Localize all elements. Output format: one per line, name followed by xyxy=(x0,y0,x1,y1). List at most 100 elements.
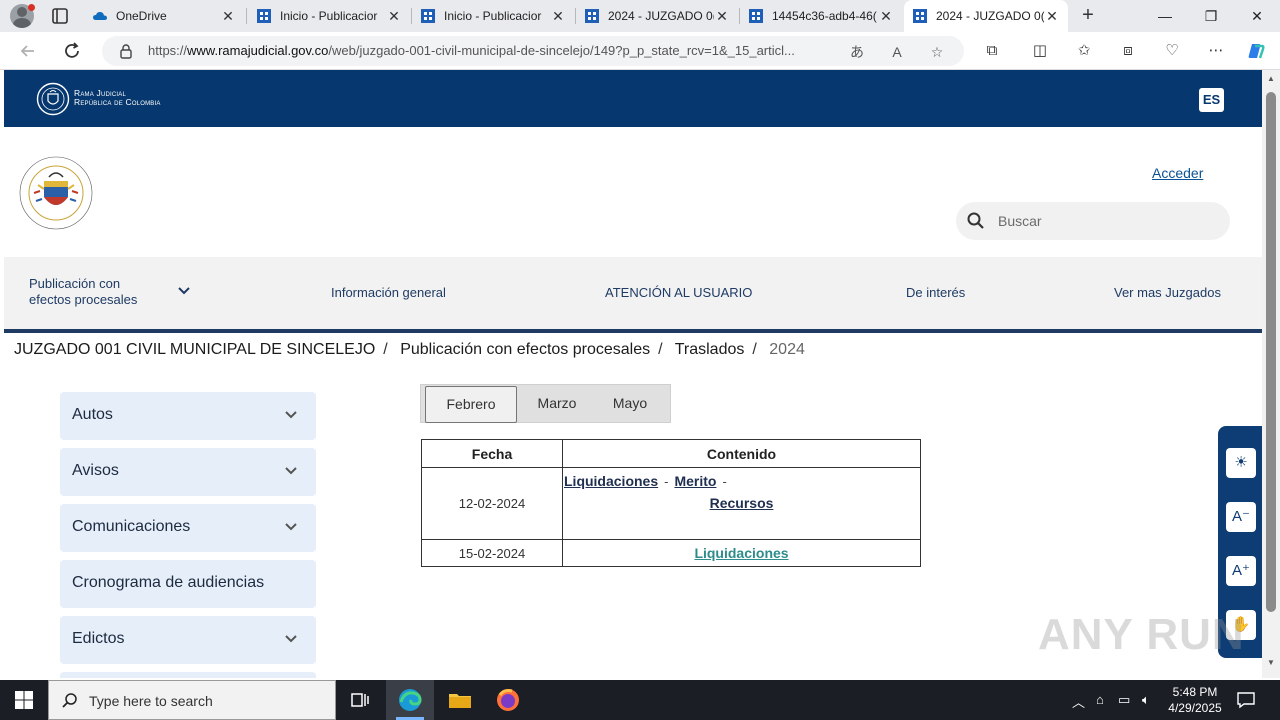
breadcrumb-juzgado[interactable]: JUZGADO 001 CIVIL MUNICIPAL DE SINCELEJO xyxy=(14,341,375,358)
windows-start-icon[interactable] xyxy=(14,690,34,710)
site-favicon-icon xyxy=(749,9,763,23)
nav-item-ver-mas-juzgados[interactable]: Ver mas Juzgados xyxy=(1114,285,1221,300)
sidebar-item-label: Edictos xyxy=(72,630,125,647)
lock-icon[interactable] xyxy=(118,43,134,59)
browser-tab-inicio-1[interactable]: Inicio - Publicacior ✕ xyxy=(248,0,410,32)
collections-icon[interactable]: ⧈ xyxy=(1118,41,1138,61)
search-icon xyxy=(62,693,77,708)
nav-item-informacion-general[interactable]: Información general xyxy=(331,285,446,300)
rama-judicial-logo-icon[interactable] xyxy=(36,82,70,116)
link-recursos[interactable]: Recursos xyxy=(710,495,774,511)
contrast-icon[interactable]: ☀ xyxy=(1226,448,1256,478)
chevron-down-icon[interactable] xyxy=(176,283,192,299)
nav-item-de-interes[interactable]: De interés xyxy=(906,285,965,300)
chevron-down-icon[interactable] xyxy=(282,518,300,536)
split-screen-icon[interactable]: ◫ xyxy=(1030,41,1050,61)
firefox-icon[interactable] xyxy=(494,686,522,714)
restore-button[interactable]: ❐ xyxy=(1188,0,1234,32)
tab-mayo[interactable]: Mayo xyxy=(597,385,663,422)
edge-browser-icon[interactable] xyxy=(396,686,424,714)
minimize-button[interactable]: — xyxy=(1142,0,1188,32)
language-button[interactable]: ES xyxy=(1199,88,1224,112)
taskbar-search-placeholder: Type here to search xyxy=(89,693,213,709)
site-favicon-icon xyxy=(585,9,599,23)
site-favicon-icon xyxy=(257,9,271,23)
tray-app-icon[interactable]: ⌂ xyxy=(1096,692,1104,707)
scroll-thumb[interactable] xyxy=(1266,92,1276,612)
browser-tab-inicio-2[interactable]: Inicio - Publicacior ✕ xyxy=(412,0,574,32)
nav-item-atencion-usuario[interactable]: ATENCIÓN AL USUARIO xyxy=(605,285,752,300)
sidebar-item-label: Avisos xyxy=(72,462,119,479)
dash-separator: - xyxy=(664,474,669,489)
table-cell-date: 12-02-2024 xyxy=(421,467,563,540)
task-view-icon[interactable] xyxy=(346,686,374,714)
breadcrumb-publicacion[interactable]: Publicación con efectos procesales xyxy=(400,341,650,358)
search-placeholder: Buscar xyxy=(998,213,1042,229)
scroll-down-arrow-icon[interactable]: ▼ xyxy=(1267,658,1275,667)
volume-icon[interactable]: 🔈︎ xyxy=(1142,692,1150,708)
tab-title: 2024 - JUZGADO 0( xyxy=(936,9,1044,23)
browser-tab-juzgado-active[interactable]: 2024 - JUZGADO 0( ✕ xyxy=(904,0,1068,32)
month-tabs: Febrero Marzo Mayo xyxy=(420,384,671,423)
file-explorer-icon[interactable] xyxy=(446,686,474,714)
close-window-button[interactable]: ✕ xyxy=(1234,0,1280,32)
link-liquidaciones[interactable]: Liquidaciones xyxy=(564,473,658,489)
tray-overflow-icon[interactable]: ︿ xyxy=(1072,692,1085,711)
chevron-down-icon[interactable] xyxy=(282,406,300,424)
extensions-icon[interactable]: ⧉ xyxy=(982,41,1002,61)
increase-font-icon[interactable]: A⁺ xyxy=(1226,556,1256,586)
url-text[interactable]: https://www.ramajudicial.gov.co/web/juzg… xyxy=(148,43,848,58)
nav-item-publicacion[interactable]: Publicación con efectos procesales xyxy=(29,276,137,308)
chevron-down-icon[interactable] xyxy=(282,630,300,648)
browser-toolbar: https://www.ramajudicial.gov.co/web/juzg… xyxy=(0,32,1280,70)
scroll-up-arrow-icon[interactable]: ▲ xyxy=(1267,74,1275,83)
new-tab-button[interactable]: + xyxy=(1076,4,1100,28)
tab-close-icon[interactable]: ✕ xyxy=(386,8,402,25)
translate-icon[interactable]: あ xyxy=(848,43,866,61)
link-merito[interactable]: Merito xyxy=(674,473,716,489)
copilot-icon[interactable] xyxy=(1246,41,1266,61)
refresh-icon[interactable] xyxy=(62,41,82,61)
tab-close-icon[interactable]: ✕ xyxy=(220,8,236,25)
sidebar-item-autos[interactable]: Autos xyxy=(60,392,316,440)
sidebar-item-next[interactable] xyxy=(60,672,316,678)
tab-febrero[interactable]: Febrero xyxy=(425,386,517,423)
favorite-star-icon[interactable]: ☆ xyxy=(928,43,946,61)
tab-marzo[interactable]: Marzo xyxy=(523,385,591,422)
breadcrumb-traslados[interactable]: Traslados xyxy=(675,341,745,358)
tab-title: OneDrive xyxy=(116,9,167,23)
profile-notification-dot xyxy=(28,4,35,11)
tab-title: 14454c36-adb4-46( xyxy=(772,9,877,23)
tab-close-icon[interactable]: ✕ xyxy=(714,8,730,25)
favorites-icon[interactable]: ✩ xyxy=(1074,41,1094,61)
sidebar-item-comunicaciones[interactable]: Comunicaciones xyxy=(60,504,316,552)
login-link[interactable]: Acceder xyxy=(1152,165,1203,181)
rama-judicial-seal-icon[interactable] xyxy=(16,155,96,231)
tab-close-icon[interactable]: ✕ xyxy=(550,8,566,25)
address-bar[interactable]: https://www.ramajudicial.gov.co/web/juzg… xyxy=(102,36,964,66)
page-scrollbar[interactable]: ▲ ▼ xyxy=(1262,70,1280,678)
taskbar-search-box[interactable]: Type here to search xyxy=(48,680,336,720)
site-search-box[interactable]: Buscar xyxy=(956,202,1230,240)
browser-essentials-icon[interactable]: ♡ xyxy=(1162,41,1182,61)
link-liquidaciones[interactable]: Liquidaciones xyxy=(694,545,788,561)
tab-close-icon[interactable]: ✕ xyxy=(1044,8,1060,25)
decrease-font-icon[interactable]: A⁻ xyxy=(1226,502,1256,532)
browser-tab-onedrive[interactable]: OneDrive ✕ xyxy=(84,0,244,32)
taskbar-clock[interactable]: 5:48 PM 4/29/2025 xyxy=(1160,684,1230,716)
read-aloud-icon[interactable]: A xyxy=(888,43,906,61)
more-options-icon[interactable]: ⋯ xyxy=(1206,41,1226,61)
sidebar-item-cronograma[interactable]: Cronograma de audiencias xyxy=(60,560,316,608)
notifications-icon[interactable] xyxy=(1236,690,1256,710)
tab-actions-icon[interactable] xyxy=(50,6,70,26)
browser-tab-strip: OneDrive ✕ Inicio - Publicacior ✕ Inicio… xyxy=(0,0,1280,32)
sidebar-item-avisos[interactable]: Avisos xyxy=(60,448,316,496)
tab-close-icon[interactable]: ✕ xyxy=(878,8,894,25)
search-icon[interactable] xyxy=(966,211,986,231)
browser-tab-juzgado-1[interactable]: 2024 - JUZGADO 0( ✕ xyxy=(576,0,738,32)
browser-tab-hash[interactable]: 14454c36-adb4-46( ✕ xyxy=(740,0,902,32)
sidebar-item-edictos[interactable]: Edictos xyxy=(60,616,316,664)
chevron-down-icon[interactable] xyxy=(282,462,300,480)
back-arrow-icon[interactable] xyxy=(18,41,38,61)
network-icon[interactable]: ▭ xyxy=(1118,692,1130,708)
